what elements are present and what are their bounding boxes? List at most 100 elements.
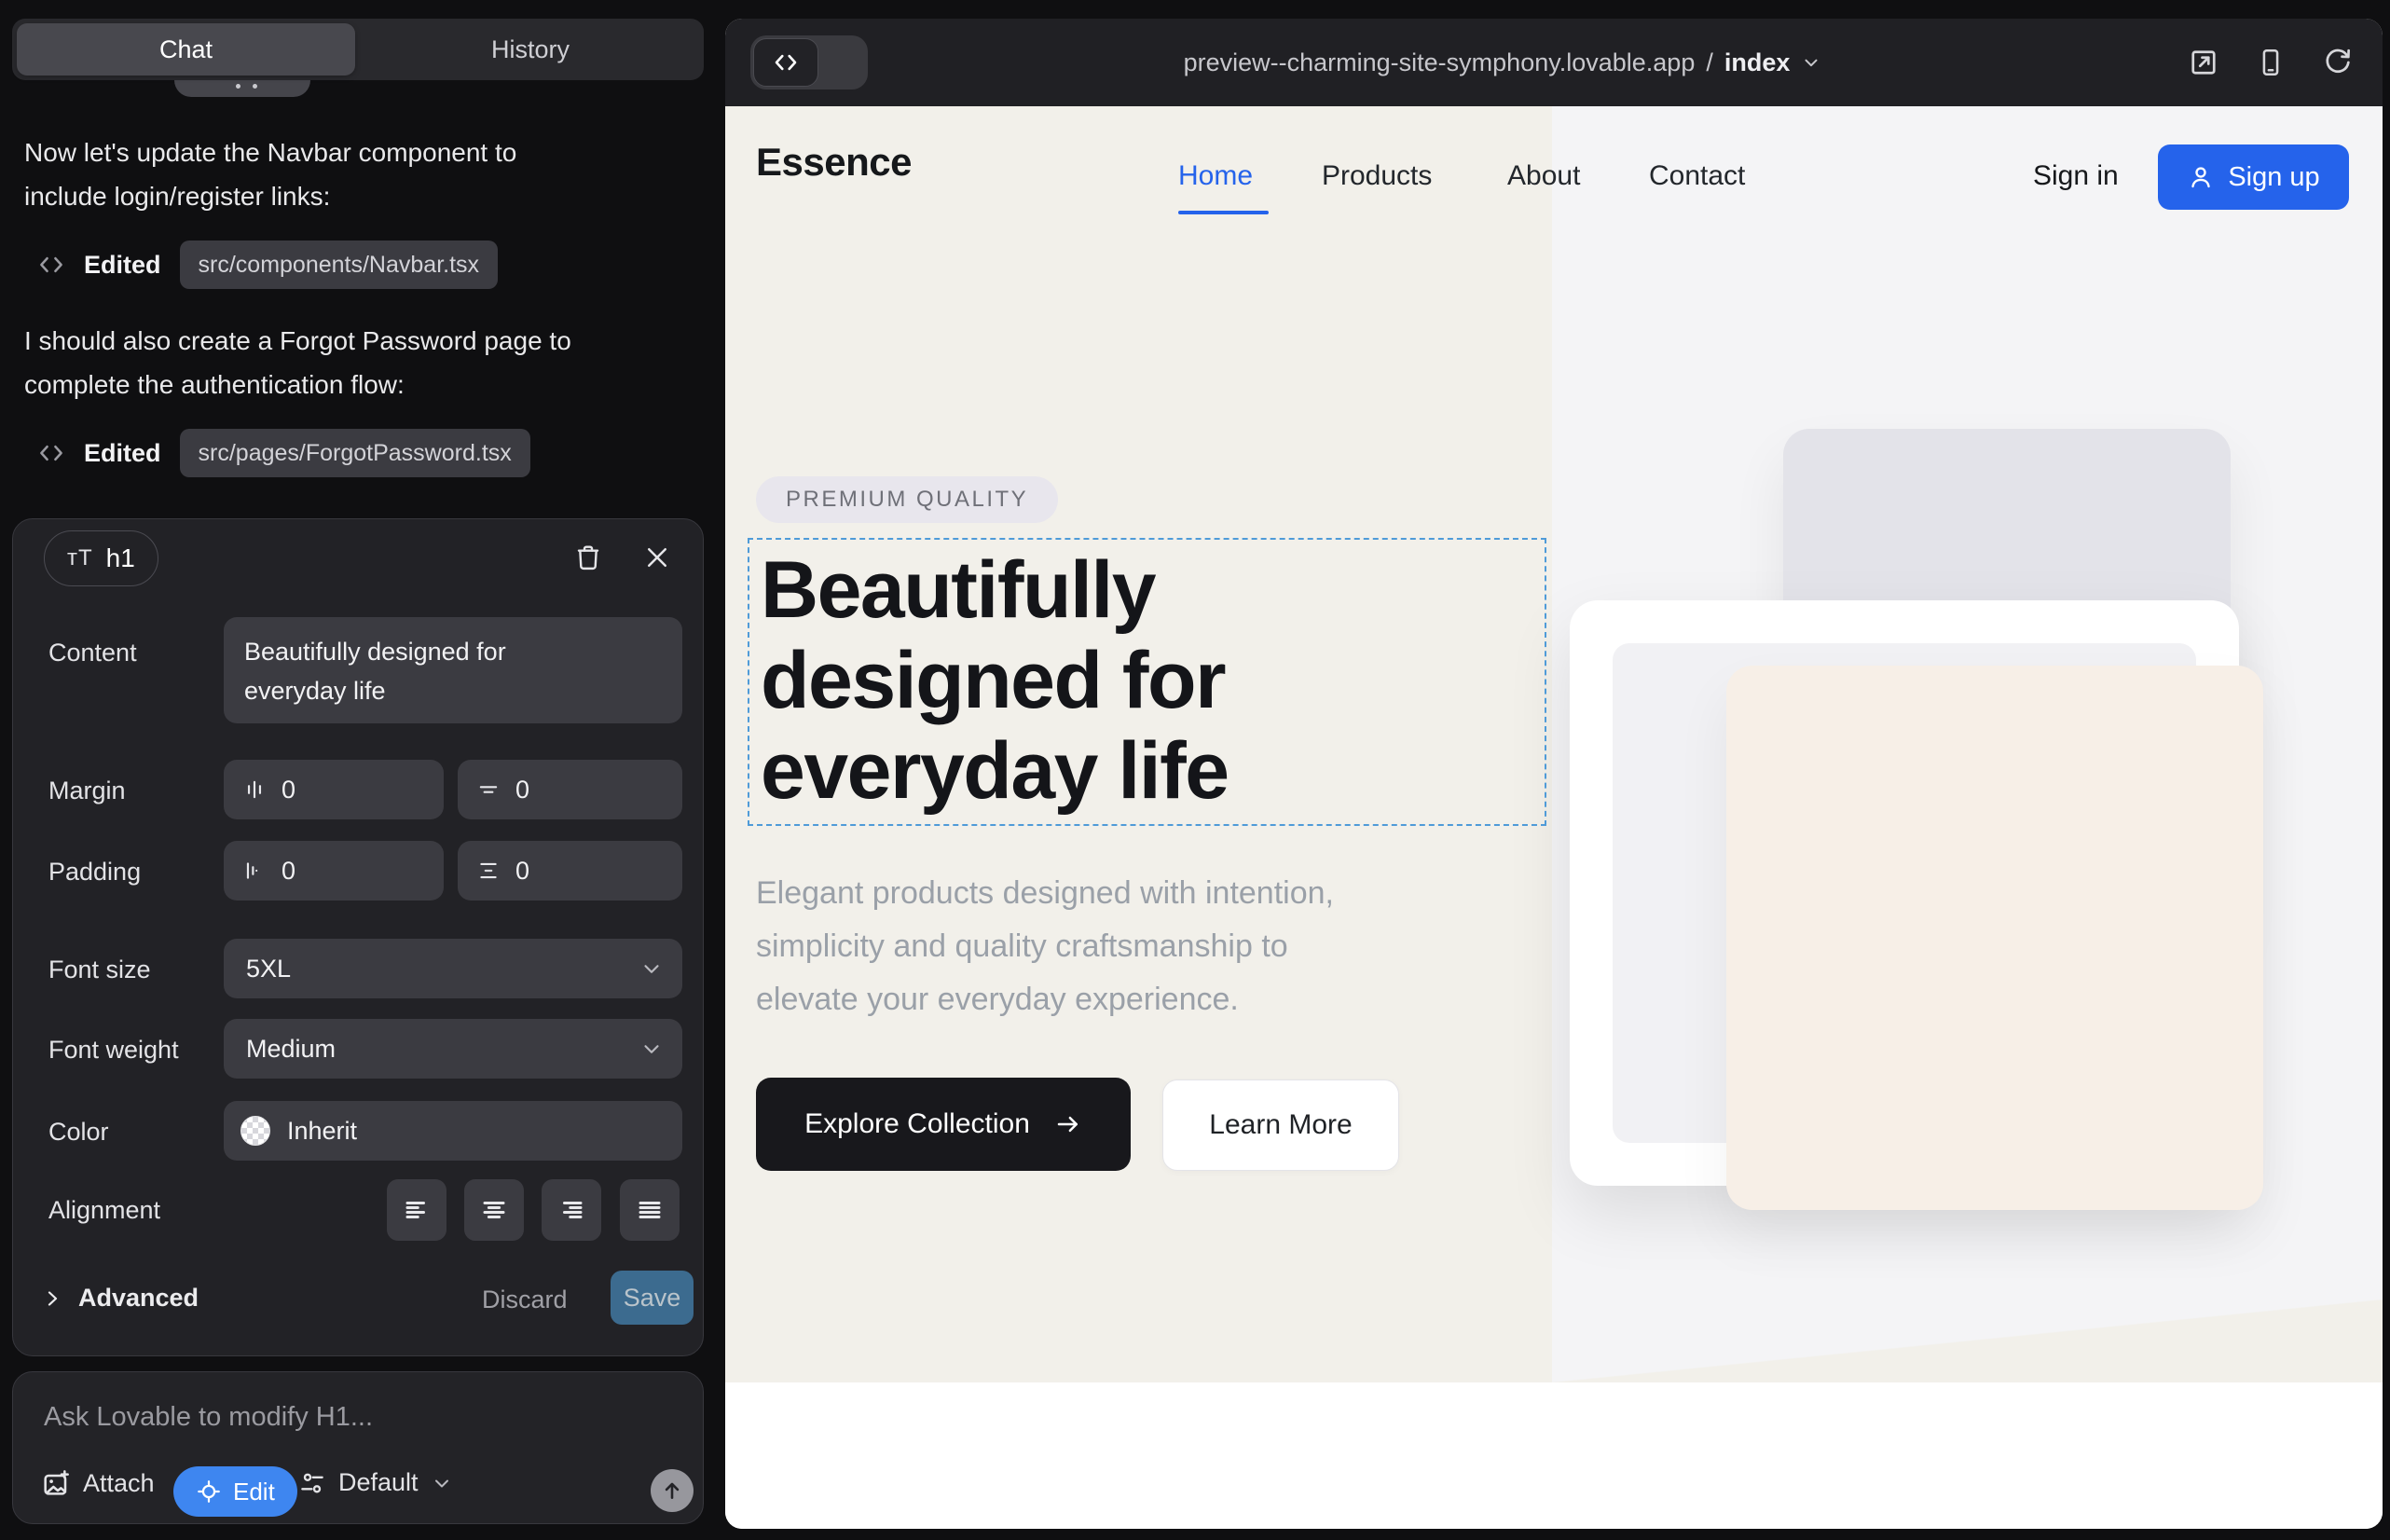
arrow-right-icon [1054, 1110, 1082, 1138]
arrow-up-icon [660, 1478, 684, 1503]
explore-collection-button[interactable]: Explore Collection [756, 1078, 1131, 1171]
chat-composer[interactable]: Ask Lovable to modify H1... Attach Edit … [12, 1371, 704, 1524]
file-chip[interactable]: src/pages/ForgotPassword.tsx [180, 429, 530, 477]
edited-file-row: Edited src/pages/ForgotPassword.tsx [37, 429, 530, 477]
site-logo[interactable]: Essence [756, 140, 912, 185]
edited-label: Edited [84, 439, 161, 468]
edited-label: Edited [84, 251, 161, 280]
content-textarea[interactable]: Beautifully designed for everyday life [224, 617, 682, 723]
color-swatch [240, 1116, 270, 1146]
font-weight-value: Medium [246, 1035, 336, 1064]
color-select[interactable]: Inherit [224, 1101, 682, 1161]
element-editor-panel: тT h1 Content Beautifully designed for e… [12, 518, 704, 1356]
padding-horizontal-icon [242, 859, 267, 883]
chat-message: I should also create a Forgot Password p… [24, 319, 571, 406]
hero-badge: PREMIUM QUALITY [756, 476, 1058, 523]
open-external-button[interactable] [2183, 42, 2224, 83]
app-window: Chat History Now let's update the Navbar… [0, 0, 2390, 1540]
margin-horizontal-icon [242, 777, 267, 802]
hero-badge-label: PREMIUM QUALITY [786, 487, 1028, 513]
target-icon [196, 1478, 222, 1505]
align-right-button[interactable] [542, 1179, 601, 1241]
chat-message-line: I should also create a Forgot Password p… [24, 319, 571, 363]
align-center-icon [480, 1196, 508, 1224]
align-center-button[interactable] [464, 1179, 524, 1241]
refresh-icon [2322, 47, 2354, 78]
toolbar-actions [2183, 19, 2358, 106]
tab-chat[interactable]: Chat [17, 23, 355, 76]
discard-label: Discard [482, 1286, 568, 1313]
hero-heading[interactable]: Beautifully designed for everyday life [761, 545, 1229, 817]
tab-history[interactable]: History [357, 19, 704, 80]
trash-icon [573, 543, 603, 572]
font-size-label: Font size [48, 956, 151, 984]
selected-element-pill: тT h1 [44, 530, 158, 586]
edit-label: Edit [233, 1478, 275, 1506]
learn-more-label: Learn More [1209, 1109, 1352, 1141]
font-weight-label: Font weight [48, 1036, 179, 1065]
user-icon [2187, 163, 2215, 191]
preview-window: preview--charming-site-symphony.lovable.… [725, 19, 2383, 1529]
send-button[interactable] [651, 1469, 694, 1512]
refresh-button[interactable] [2317, 42, 2358, 83]
hero-heading-line: designed for [761, 636, 1229, 726]
edit-mode-button[interactable]: Edit [173, 1466, 297, 1517]
attach-button[interactable]: Attach [41, 1468, 155, 1498]
padding-label: Padding [48, 858, 141, 887]
font-size-select[interactable]: 5XL [224, 939, 682, 998]
alignment-label: Alignment [48, 1196, 160, 1225]
padding-y-input[interactable]: 0 [458, 841, 682, 901]
padding-x-input[interactable]: 0 [224, 841, 444, 901]
dot [253, 84, 257, 89]
margin-y-input[interactable]: 0 [458, 760, 682, 819]
composer-placeholder: Ask Lovable to modify H1... [44, 1402, 373, 1433]
dot [236, 84, 240, 89]
font-weight-select[interactable]: Medium [224, 1019, 682, 1079]
decorative-cream-panel [1726, 666, 2263, 1210]
explore-collection-label: Explore Collection [804, 1108, 1030, 1140]
align-justify-button[interactable] [620, 1179, 680, 1241]
color-label: Color [48, 1118, 109, 1147]
chevron-right-icon [41, 1287, 63, 1310]
url-separator: / [1706, 48, 1713, 77]
save-button[interactable]: Save [611, 1271, 694, 1325]
content-label: Content [48, 639, 137, 667]
delete-element-button[interactable] [567, 536, 610, 579]
url-bar[interactable]: preview--charming-site-symphony.lovable.… [725, 19, 2383, 106]
nav-link-contact[interactable]: Contact [1649, 160, 1745, 192]
sign-up-label: Sign up [2228, 162, 2319, 193]
model-default-select[interactable]: Default [298, 1468, 453, 1497]
chat-message: Now let's update the Navbar component to… [24, 131, 516, 218]
attach-image-icon [41, 1468, 71, 1498]
edited-file-row: Edited src/components/Navbar.tsx [37, 241, 498, 289]
mobile-view-button[interactable] [2250, 42, 2291, 83]
url-page: index [1724, 48, 1791, 77]
file-chip[interactable]: src/components/Navbar.tsx [180, 241, 499, 289]
font-size-value: 5XL [246, 955, 291, 983]
nav-link-home[interactable]: Home [1178, 160, 1253, 192]
hero-description-line: simplicity and quality craftsmanship to [756, 920, 1334, 973]
chevron-down-icon[interactable] [1801, 52, 1821, 73]
learn-more-button[interactable]: Learn More [1162, 1079, 1399, 1171]
chevron-down-icon [431, 1472, 453, 1494]
selected-h1-outline[interactable]: Beautifully designed for everyday life [748, 538, 1546, 826]
nav-link-products[interactable]: Products [1322, 160, 1432, 192]
save-label: Save [624, 1284, 681, 1313]
align-left-button[interactable] [387, 1179, 446, 1241]
margin-x-input[interactable]: 0 [224, 760, 444, 819]
sign-in-link[interactable]: Sign in [2033, 160, 2119, 192]
active-link-underline [1178, 211, 1269, 214]
chevron-down-icon [639, 1037, 664, 1061]
attach-label: Attach [83, 1469, 155, 1498]
align-left-icon [403, 1196, 431, 1224]
close-editor-button[interactable] [636, 536, 679, 579]
hero-description-line: Elegant products designed with intention… [756, 867, 1334, 920]
close-icon [643, 543, 671, 571]
discard-button[interactable]: Discard [482, 1286, 568, 1314]
sign-up-button[interactable]: Sign up [2158, 144, 2349, 210]
chevron-down-icon [639, 956, 664, 981]
padding-vertical-icon [476, 859, 501, 883]
nav-link-about[interactable]: About [1507, 160, 1580, 192]
advanced-toggle[interactable]: Advanced [41, 1284, 199, 1313]
advanced-label: Advanced [78, 1284, 199, 1313]
